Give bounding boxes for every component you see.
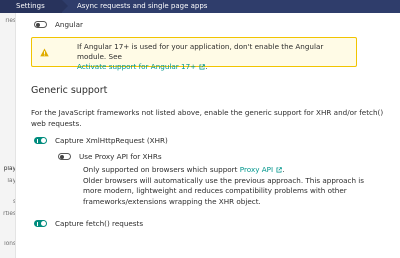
generic-support-description: For the JavaScript frameworks not listed…	[31, 108, 384, 128]
sidebar: ries play lay s rties ions	[0, 13, 16, 258]
warning-trailing: .	[205, 62, 208, 71]
warning-body: If Angular 17+ is used for your applicat…	[77, 42, 324, 61]
main-content: Angular If Angular 17+ is used for your …	[16, 13, 400, 258]
sidebar-item[interactable]: s	[0, 199, 15, 205]
sidebar-item[interactable]: ions	[0, 241, 15, 247]
generic-support-heading: Generic support	[31, 85, 108, 96]
warning-icon	[40, 48, 49, 57]
angular-toggle[interactable]	[34, 21, 47, 28]
warning-text: If Angular 17+ is used for your applicat…	[77, 42, 353, 72]
top-bar: Settings Async requests and single page …	[0, 0, 400, 13]
breadcrumb-settings[interactable]: Settings	[0, 0, 62, 13]
proxy-api-description: Only supported on browsers which support…	[83, 165, 383, 207]
toggle-on-mark	[36, 138, 38, 143]
capture-fetch-toggle[interactable]	[34, 220, 47, 227]
sidebar-item[interactable]: play	[0, 166, 15, 172]
warning-message: If Angular 17+ is used for your applicat…	[31, 37, 357, 71]
proxy-api-link[interactable]: Proxy API	[240, 165, 273, 174]
proxy-desc-prefix: Only supported on browsers which support	[83, 165, 238, 174]
capture-fetch-label: Capture fetch() requests	[55, 219, 144, 228]
sidebar-item[interactable]: lay	[0, 178, 15, 184]
breadcrumb-settings-label: Settings	[16, 2, 45, 10]
toggle-knob	[60, 154, 64, 159]
angular-label: Angular	[55, 20, 83, 29]
toggle-knob	[36, 22, 40, 27]
proxy-api-toggle[interactable]	[58, 153, 71, 160]
toggle-knob	[41, 221, 46, 226]
angular-support-link[interactable]: Activate support for Angular 17+	[77, 62, 196, 71]
sidebar-item[interactable]: rties	[0, 211, 15, 217]
toggle-on-mark	[36, 221, 38, 226]
proxy-desc-rest: Older browsers will automatically use th…	[83, 175, 365, 206]
proxy-api-label: Use Proxy API for XHRs	[79, 152, 162, 161]
breadcrumb-separator	[62, 0, 68, 12]
capture-xhr-label: Capture XmlHttpRequest (XHR)	[55, 136, 168, 145]
page-title: Async requests and single page apps	[77, 2, 208, 10]
sidebar-item[interactable]: ries	[0, 18, 15, 24]
proxy-desc-suffix: .	[282, 165, 285, 174]
capture-xhr-toggle[interactable]	[34, 137, 47, 144]
toggle-knob	[41, 138, 46, 143]
